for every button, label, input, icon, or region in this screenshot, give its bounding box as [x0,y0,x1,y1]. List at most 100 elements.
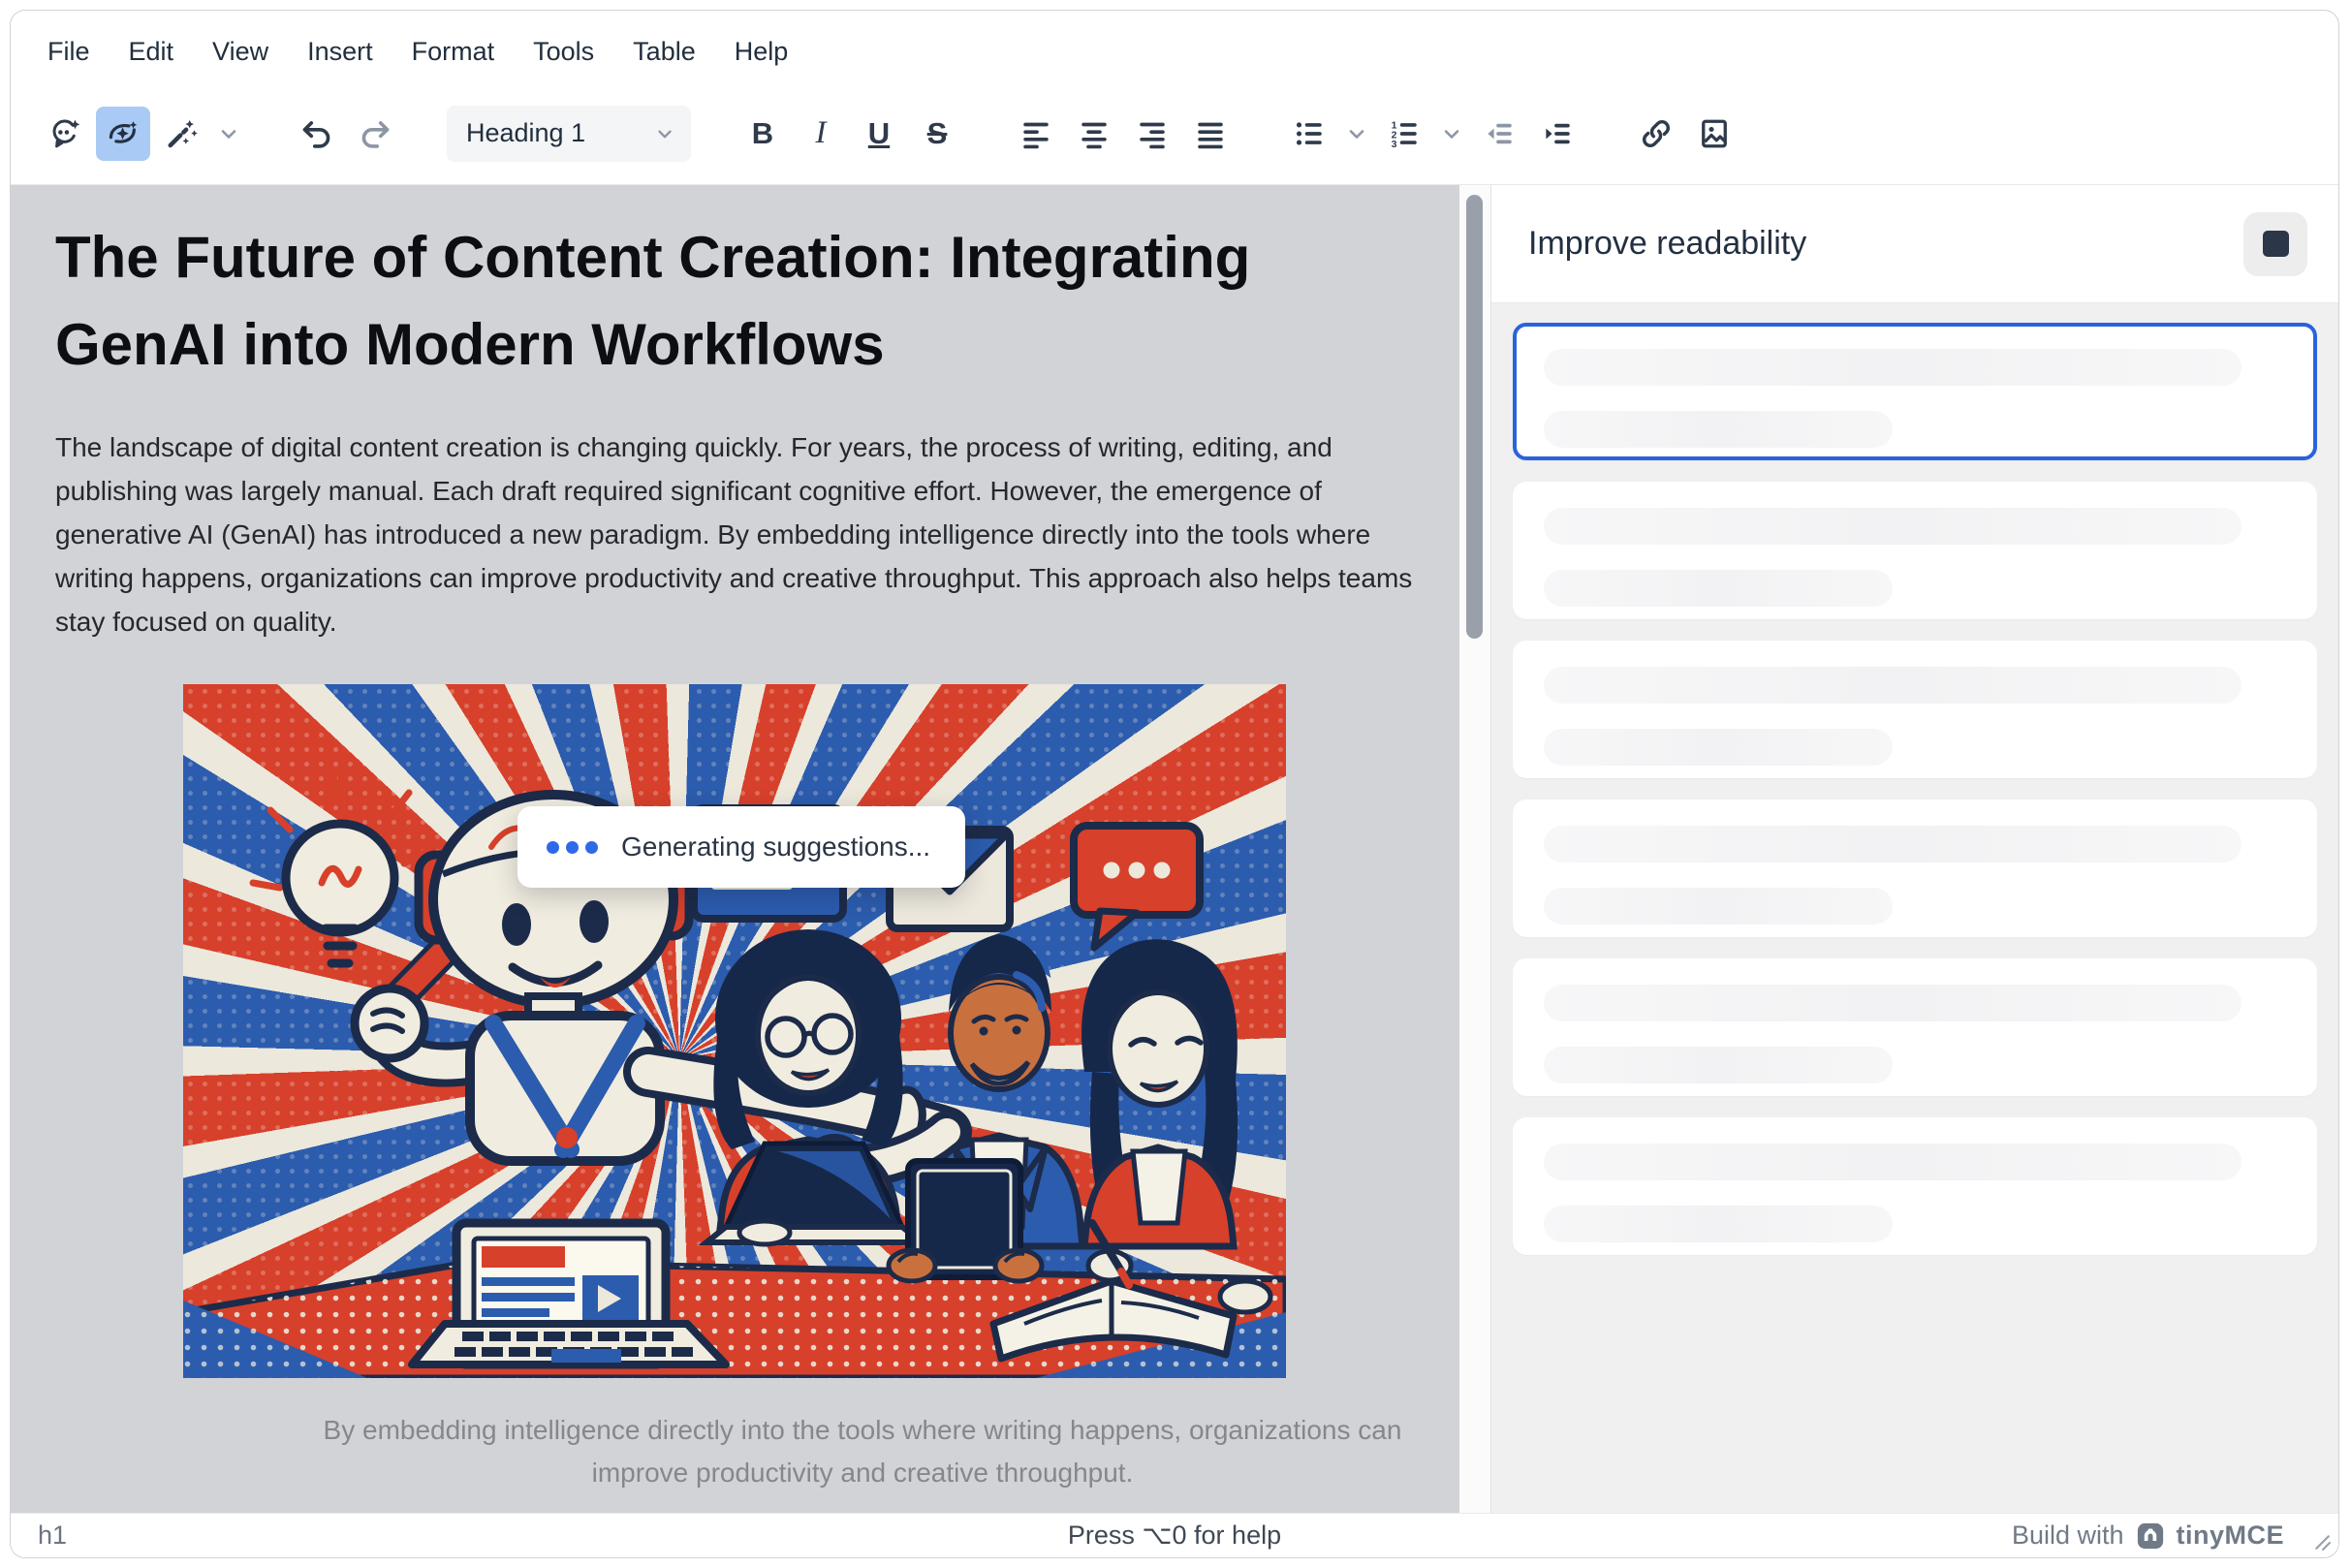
bold-icon: B [752,118,773,148]
loading-dots-icon [547,841,598,854]
ai-shortcuts-button[interactable] [154,107,208,161]
editor-window: File Edit View Insert Format Tools Table… [10,10,2339,1558]
insert-group [1629,107,1741,161]
illustration-scene [183,684,1286,1378]
undo-icon [299,116,334,151]
suggestion-card-skeleton[interactable] [1513,1117,2317,1255]
menu-file[interactable]: File [47,37,90,67]
menu-tools[interactable]: Tools [533,37,594,67]
align-center-icon [1078,117,1111,150]
indent-icon [1541,117,1574,150]
stop-generation-button[interactable] [2243,212,2307,276]
link-button[interactable] [1629,107,1683,161]
resize-handle-icon[interactable] [2313,1533,2331,1551]
scrollbar-thumb[interactable] [1466,195,1483,639]
chevron-down-icon [1345,122,1368,145]
sidebar-header: Improve readability [1491,185,2338,303]
help-shortcut-text: Press ⌥0 for help [11,1521,2338,1551]
numbered-list-dropdown[interactable] [1435,107,1468,161]
ai-review-button[interactable] [96,107,150,161]
ai-assistant-button[interactable] [38,107,92,161]
menu-table[interactable]: Table [633,37,696,67]
chevron-down-icon [217,122,240,145]
suggestion-card-skeleton[interactable] [1513,641,2317,778]
history-group [290,107,402,161]
lightbulb-icon [253,776,431,963]
chevron-down-icon [1440,122,1463,145]
editor-scrollbar[interactable] [1459,185,1490,1513]
branding[interactable]: Build with tinyMCE [2012,1521,2309,1551]
suggestion-list [1491,303,2338,1513]
indent-button[interactable] [1530,107,1584,161]
suggestion-card-skeleton-selected[interactable] [1513,323,2317,460]
editor-canvas[interactable]: The Future of Content Creation: Integrat… [11,185,1490,1513]
justify-button[interactable] [1183,107,1238,161]
align-group [1009,107,1238,161]
ai-shortcuts-dropdown[interactable] [212,107,245,161]
format-group: Heading 1 [447,106,691,162]
menu-insert[interactable]: Insert [307,37,373,67]
insert-image-button[interactable] [1687,107,1741,161]
block-format-value: Heading 1 [466,118,585,148]
bullet-list-button[interactable] [1282,107,1336,161]
generating-suggestions-toast: Generating suggestions... [517,806,965,888]
list-group: 1 2 3 [1282,107,1584,161]
italic-button[interactable]: I [794,107,848,161]
stop-icon [2263,231,2289,257]
bullet-list-icon [1293,117,1326,150]
ai-toolbar-group [38,107,245,161]
suggestion-card-skeleton[interactable] [1513,958,2317,1096]
skeleton-bar [1544,1206,1893,1242]
strikethrough-icon: S [927,118,948,148]
magic-wand-icon [164,116,199,151]
toolbar: Heading 1 B I U S [11,82,2338,185]
align-right-icon [1136,117,1169,150]
skeleton-bar [1544,508,2241,545]
skeleton-bar [1544,411,1893,448]
numbered-list-icon: 1 2 3 [1388,117,1421,150]
document-heading[interactable]: The Future of Content Creation: Integrat… [55,214,1344,389]
skeleton-bar [1544,729,1893,766]
suggestion-card-skeleton[interactable] [1513,800,2317,937]
block-format-select[interactable]: Heading 1 [447,106,691,162]
branding-name: tinyMCE [2177,1521,2285,1551]
strikethrough-button[interactable]: S [910,107,964,161]
article-illustration [183,684,1286,1378]
underline-icon: U [868,118,890,148]
tinymce-logo-icon [2136,1521,2165,1551]
undo-button[interactable] [290,107,344,161]
align-center-button[interactable] [1067,107,1121,161]
skeleton-bar [1544,826,2241,862]
skeleton-bar [1544,570,1893,607]
align-left-button[interactable] [1009,107,1063,161]
outdent-button[interactable] [1472,107,1526,161]
menu-format[interactable]: Format [412,37,495,67]
document-paragraph[interactable]: The landscape of digital content creatio… [55,425,1435,643]
skeleton-bar [1544,1144,2241,1180]
underline-button[interactable]: U [852,107,906,161]
menu-view[interactable]: View [212,37,268,67]
speech-bubble-icon [1074,826,1200,948]
ai-assistant-icon [47,116,82,151]
numbered-list-button[interactable]: 1 2 3 [1377,107,1431,161]
ai-review-icon [106,116,141,151]
generating-suggestions-label: Generating suggestions... [621,831,930,862]
italic-icon: I [816,117,827,149]
redo-button[interactable] [348,107,402,161]
ai-suggestions-sidebar: Improve readability [1491,185,2338,1513]
menu-help[interactable]: Help [735,37,789,67]
image-icon [1697,116,1732,151]
align-right-button[interactable] [1125,107,1179,161]
status-bar: h1 Press ⌥0 for help Build with tinyMCE [11,1513,2338,1557]
skeleton-bar [1544,1047,1893,1083]
menu-edit[interactable]: Edit [129,37,174,67]
suggestion-card-skeleton[interactable] [1513,482,2317,619]
image-caption: By embedding intelligence directly into … [311,1409,1414,1494]
main-area: The Future of Content Creation: Integrat… [11,185,2338,1513]
menu-bar: File Edit View Insert Format Tools Table… [11,11,2338,82]
bullet-list-dropdown[interactable] [1340,107,1373,161]
outdent-icon [1483,117,1516,150]
sidebar-title: Improve readability [1528,225,1806,263]
bold-button[interactable]: B [736,107,790,161]
skeleton-bar [1544,985,2241,1021]
